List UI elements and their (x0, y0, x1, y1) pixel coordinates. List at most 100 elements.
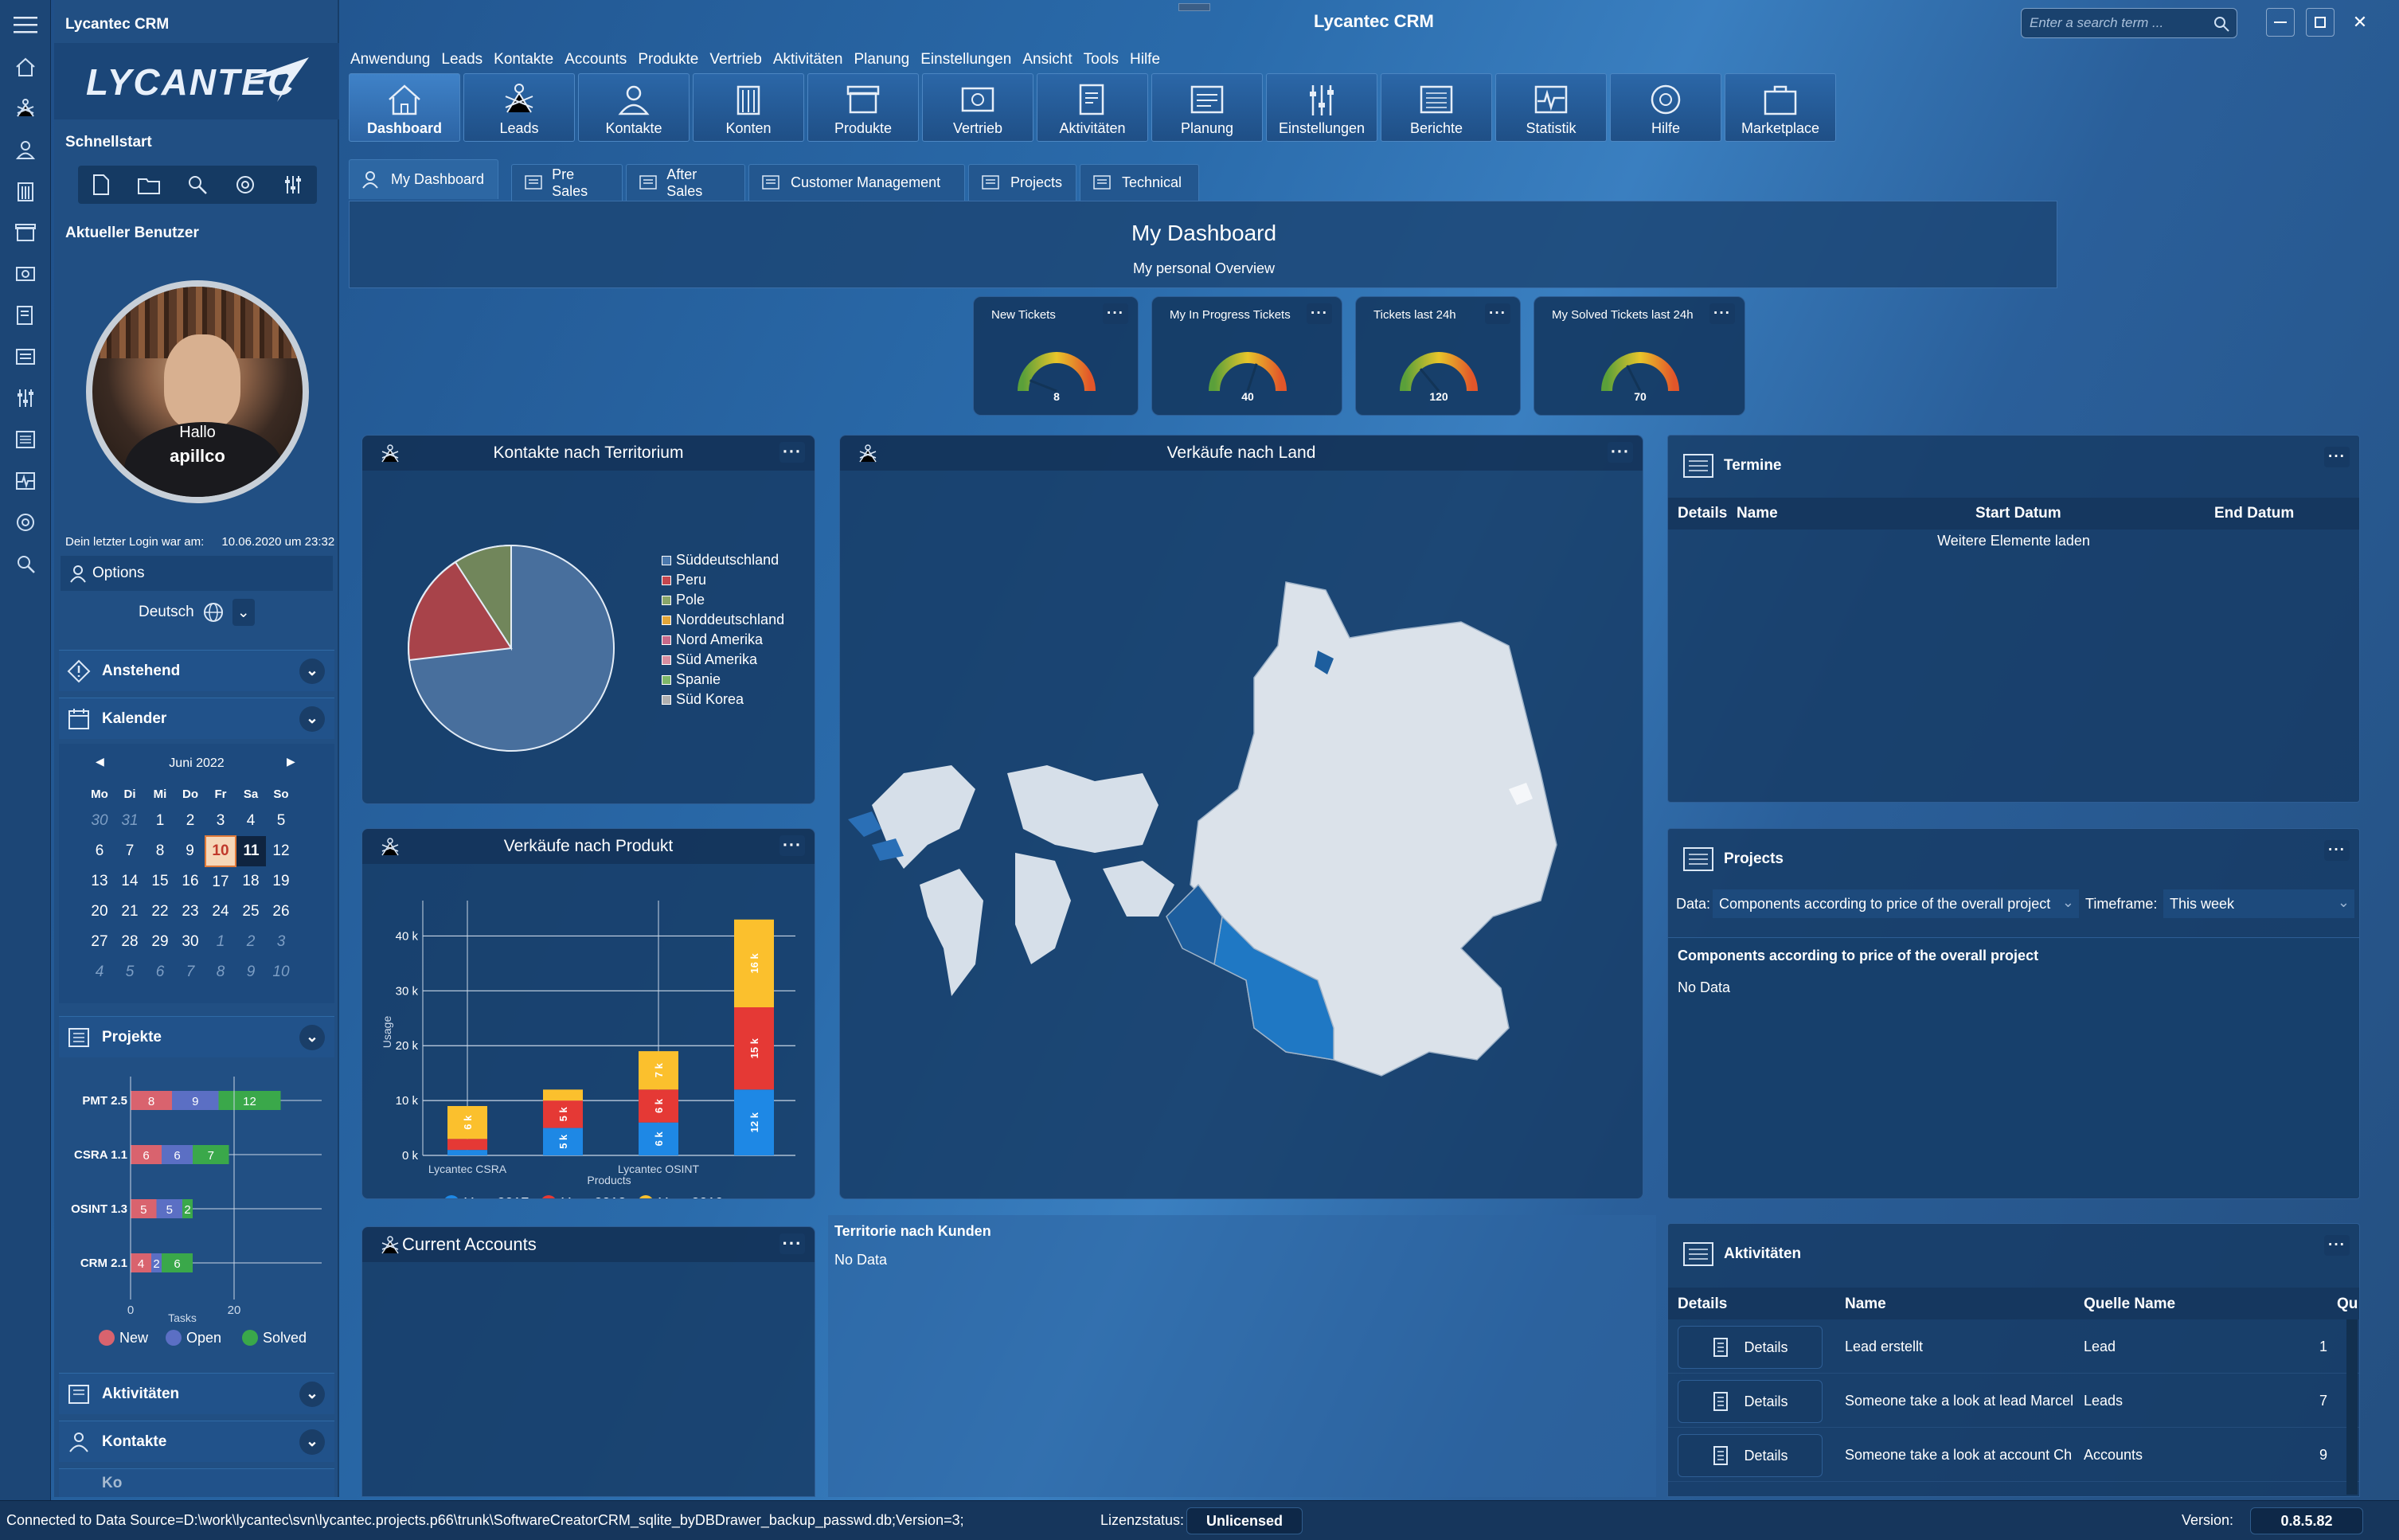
calendar-day[interactable]: 1 (145, 806, 175, 836)
tab-after-sales[interactable]: After Sales (626, 164, 745, 201)
settings-sliders-icon[interactable] (282, 174, 304, 196)
calendar-day[interactable]: 3 (205, 806, 236, 836)
calendar-day[interactable]: 27 (84, 927, 115, 957)
chevron-down-icon[interactable]: ⌄ (232, 599, 255, 626)
toolbar-button-konten[interactable]: Konten (693, 73, 804, 142)
calendar-day[interactable]: 13 (84, 866, 115, 897)
toolbar-button-aktivitäten[interactable]: Aktivitäten (1037, 73, 1148, 142)
menu-item[interactable]: Leads (441, 51, 483, 68)
calendar-day[interactable]: 8 (205, 957, 236, 987)
language-selector[interactable]: Deutsch ⌄ (139, 599, 255, 626)
help-icon[interactable] (10, 506, 41, 538)
options-button[interactable]: Options (61, 556, 333, 591)
menu-item[interactable]: Einstellungen (920, 51, 1011, 68)
toolbar-button-hilfe[interactable]: Hilfe (1610, 73, 1721, 142)
calendar-day[interactable]: 21 (115, 897, 145, 927)
calendar-day[interactable]: 4 (84, 957, 115, 987)
toolbar-button-produkte[interactable]: Produkte (807, 73, 919, 142)
toolbar-button-statistik[interactable]: Statistik (1495, 73, 1607, 142)
calendar-day[interactable]: 10 (266, 957, 296, 987)
tab-customer-management[interactable]: Customer Management (748, 164, 965, 201)
table-row[interactable]: Details Someone take a look at lead Marce… (1668, 1374, 2359, 1428)
calendar-day[interactable]: 1 (205, 927, 236, 957)
more-options-icon[interactable]: ··· (2324, 1235, 2350, 1256)
calendar-day[interactable]: 6 (145, 957, 175, 987)
accordion-kontakte[interactable]: Kontakte ⌄ (59, 1421, 334, 1462)
more-options-icon[interactable]: ··· (2324, 447, 2350, 467)
calendar-day[interactable]: 30 (84, 806, 115, 836)
close-icon[interactable]: ✕ (2346, 8, 2374, 37)
calendar-day[interactable]: 10 (205, 835, 236, 867)
details-button[interactable]: Details (1678, 1326, 1823, 1369)
building-icon[interactable] (10, 175, 41, 207)
chevron-down-icon[interactable]: ⌄ (299, 1429, 325, 1455)
calendar-day[interactable]: 25 (236, 897, 266, 927)
calendar-day[interactable]: 12 (266, 836, 296, 866)
next-month-icon[interactable]: ▶ (287, 755, 295, 768)
maximize-button[interactable] (2306, 8, 2335, 37)
money-icon[interactable] (10, 258, 41, 290)
more-options-icon[interactable]: ··· (1608, 442, 1633, 463)
accordion-aktivitaeten[interactable]: Aktivitäten ⌄ (59, 1373, 334, 1414)
calendar-day[interactable]: 14 (115, 866, 145, 897)
search-icon[interactable] (2213, 15, 2230, 33)
calendar-day[interactable]: 28 (115, 927, 145, 957)
menu-item[interactable]: Hilfe (1130, 51, 1160, 68)
person-icon[interactable] (10, 134, 41, 166)
table-row[interactable]: Details Lead erstellt Lead 1 (1668, 1319, 2359, 1374)
toolbar-button-dashboard[interactable]: Dashboard (349, 73, 460, 142)
calendar-day[interactable]: 3 (266, 927, 296, 957)
accordion-more[interactable]: Ko (59, 1468, 334, 1497)
tab-technical[interactable]: Technical (1080, 164, 1199, 201)
details-button[interactable]: Details (1678, 1380, 1823, 1423)
toolbar-button-berichte[interactable]: Berichte (1381, 73, 1492, 142)
sliders-icon[interactable] (10, 382, 41, 414)
tab-projects[interactable]: Projects (968, 164, 1076, 201)
search-icon[interactable] (10, 548, 41, 580)
calendar-day[interactable]: 9 (236, 957, 266, 987)
chevron-down-icon[interactable]: ⌄ (299, 658, 325, 684)
search-icon[interactable] (186, 174, 209, 196)
calendar-day[interactable]: 31 (115, 806, 145, 836)
calendar-day[interactable]: 7 (115, 836, 145, 866)
calendar-day[interactable]: 2 (175, 806, 205, 836)
table-row[interactable]: Details Someone take a look at account Ch… (1668, 1428, 2359, 1482)
hamburger-menu-icon[interactable] (10, 10, 41, 41)
vertical-scrollbar[interactable] (2346, 1319, 2358, 1495)
more-options-icon[interactable]: ··· (779, 835, 805, 856)
folder-icon[interactable] (137, 174, 161, 195)
activity-icon[interactable] (10, 299, 41, 331)
calendar-day[interactable]: 5 (115, 957, 145, 987)
calendar-day[interactable]: 18 (236, 866, 266, 897)
new-document-icon[interactable] (91, 174, 111, 196)
report-icon[interactable] (10, 424, 41, 455)
calendar-day[interactable]: 11 (236, 836, 266, 866)
menu-item[interactable]: Accounts (565, 51, 627, 68)
toolbar-button-planung[interactable]: Planung (1151, 73, 1263, 142)
calendar-day[interactable]: 9 (175, 836, 205, 866)
projects-data-select[interactable]: Components according to price of the ove… (1713, 889, 2079, 918)
calendar-day[interactable]: 7 (175, 957, 205, 987)
help-icon[interactable] (234, 174, 256, 196)
projects-timeframe-select[interactable]: This week ⌄ (2163, 889, 2354, 918)
calendar-day[interactable]: 23 (175, 897, 205, 927)
tab-my-dashboard[interactable]: My Dashboard (349, 159, 498, 199)
more-options-icon[interactable]: ··· (779, 442, 805, 463)
calendar-day[interactable]: 17 (205, 866, 236, 897)
toolbar-button-kontakte[interactable]: Kontakte (578, 73, 690, 142)
drag-handle[interactable] (1178, 3, 1210, 11)
minimize-button[interactable] (2266, 8, 2295, 37)
pulse-icon[interactable] (10, 465, 41, 497)
menu-item[interactable]: Planung (854, 51, 910, 68)
menu-item[interactable]: Produkte (638, 51, 698, 68)
box-icon[interactable] (10, 217, 41, 248)
accordion-projekte[interactable]: Projekte ⌄ (59, 1016, 334, 1057)
home-icon[interactable] (10, 51, 41, 83)
calendar-day[interactable]: 29 (145, 927, 175, 957)
menu-item[interactable]: Ansicht (1022, 51, 1072, 68)
accordion-anstehend[interactable]: Anstehend ⌄ (59, 650, 334, 691)
planning-icon[interactable] (10, 341, 41, 373)
details-button[interactable]: Details (1678, 1434, 1823, 1477)
calendar-day[interactable]: 6 (84, 836, 115, 866)
menu-item[interactable]: Anwendung (350, 51, 430, 68)
